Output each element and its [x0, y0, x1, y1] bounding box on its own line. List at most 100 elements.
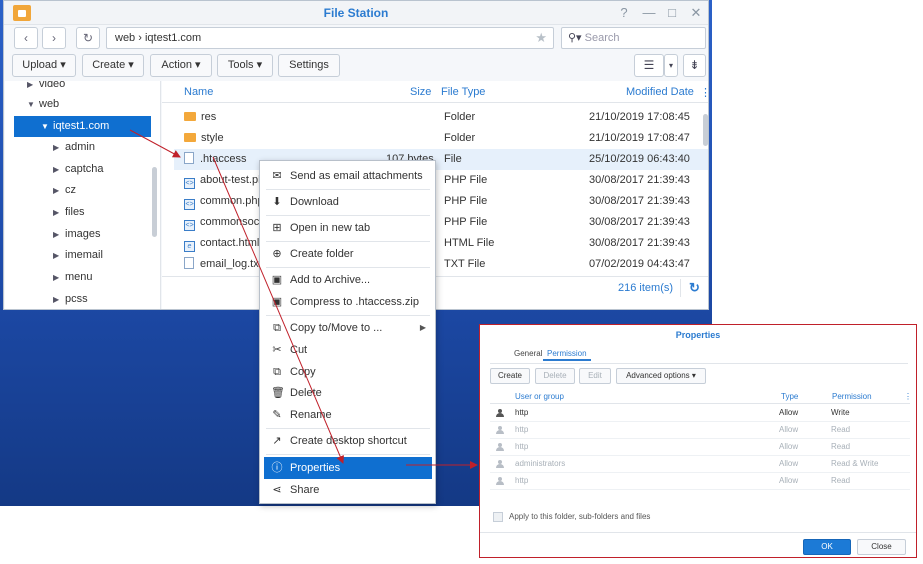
col-size[interactable]: Size [410, 86, 431, 98]
expand-arrow-icon[interactable]: ▶ [53, 180, 65, 201]
menu-item-download[interactable]: ⬇ Download [264, 191, 432, 213]
forward-button[interactable]: › [42, 27, 66, 49]
ok-button[interactable]: OK [803, 539, 851, 555]
new-tab-icon: ⊞ [272, 222, 282, 234]
column-options-icon[interactable]: ⋮ [700, 86, 708, 99]
tree-item-iqtest1[interactable]: ▼ iqtest1.com [14, 116, 151, 137]
tree-item-files[interactable]: ▶ files [53, 202, 85, 223]
menu-item-rename[interactable]: ✎ Rename [264, 404, 432, 426]
col-modified-date[interactable]: Modified Date [626, 86, 694, 98]
file-list-scrollbar[interactable] [703, 114, 708, 146]
help-icon[interactable]: ? [616, 5, 632, 20]
cut-icon: ✂ [272, 344, 282, 356]
list-view-button[interactable]: ☰ [634, 54, 664, 77]
menu-item-copy[interactable]: ⧉ Copy [264, 361, 432, 383]
apply-recursive-checkbox[interactable] [493, 512, 503, 522]
col-permission[interactable]: Permission [832, 392, 872, 401]
tab-divider [490, 363, 908, 364]
file-row[interactable]: email_log.txt TXT File 07/02/2019 04:43:… [174, 254, 708, 275]
file-row[interactable]: style Folder 21/10/2019 17:08:47 [174, 128, 708, 149]
settings-button[interactable]: Settings [278, 54, 340, 77]
menu-item-add-archive[interactable]: ▣ Add to Archive... [264, 269, 432, 291]
file-row-selected[interactable]: .htaccess 107 bytes File 25/10/2019 06:4… [174, 149, 708, 170]
tree-item-menu[interactable]: ▶ menu [53, 267, 93, 288]
menu-item-open-new-tab[interactable]: ⊞ Open in new tab [264, 217, 432, 239]
menu-item-delete[interactable]: 🗑 Delete [264, 382, 432, 404]
tree-item-images[interactable]: ▶ images [53, 224, 100, 245]
star-icon[interactable]: ★ [535, 28, 547, 48]
advanced-options-button[interactable]: Advanced options ▾ [616, 368, 706, 384]
permission-row-inherited[interactable]: http Allow Read [490, 439, 910, 456]
create-permission-button[interactable]: Create [490, 368, 530, 384]
menu-item-share[interactable]: ⋖ Share [264, 479, 432, 501]
file-row[interactable]: <> common.php PHP File 30/08/2017 21:39:4… [174, 191, 708, 212]
expand-arrow-icon[interactable]: ▶ [53, 137, 65, 158]
menu-item-desktop-shortcut[interactable]: ↗ Create desktop shortcut [264, 430, 432, 452]
maximize-icon[interactable]: □ [664, 5, 680, 20]
close-button[interactable]: Close [857, 539, 906, 555]
tools-button[interactable]: Tools ▾ [217, 54, 273, 77]
sort-button[interactable]: ⇟ [683, 54, 706, 77]
file-row[interactable]: <> about-test.php PHP File 30/08/2017 21:… [174, 170, 708, 191]
refresh-button[interactable]: ↻ [76, 27, 100, 49]
user-icon [496, 443, 504, 451]
archive-icon: ▣ [271, 274, 283, 286]
tab-permission[interactable]: Permission [543, 347, 591, 361]
menu-item-compress[interactable]: ▣ Compress to .htaccess.zip [264, 291, 432, 313]
file-list-header: Name Size File Type Modified Date ⋮ [162, 81, 708, 103]
collapse-arrow-icon[interactable]: ▼ [41, 116, 53, 137]
close-icon[interactable]: ✕ [688, 5, 704, 21]
search-input[interactable]: ⚲▾ Search [561, 27, 706, 49]
back-button[interactable]: ‹ [14, 27, 38, 49]
file-row[interactable]: <> commonsocial PHP File 30/08/2017 21:39… [174, 212, 708, 233]
delete-permission-button[interactable]: Delete [535, 368, 575, 384]
col-name[interactable]: Name [184, 86, 213, 98]
expand-arrow-icon[interactable]: ▶ [53, 224, 65, 245]
expand-arrow-icon[interactable]: ▶ [53, 245, 65, 266]
file-row[interactable]: e contact.html HTML File 30/08/2017 21:39… [174, 233, 708, 254]
col-user-or-group[interactable]: User or group [515, 392, 564, 401]
tree-item-web[interactable]: ▼ web [27, 94, 59, 115]
permission-row-inherited[interactable]: administrators Allow Read & Write [490, 456, 910, 473]
tree-item-imemail[interactable]: ▶ imemail [53, 245, 103, 266]
menu-item-copy-move[interactable]: ⧉ Copy to/Move to ... ▶ [264, 317, 432, 339]
menu-item-properties[interactable]: ⓘ Properties [264, 457, 432, 479]
sidebar-scrollbar[interactable] [152, 167, 157, 237]
tree-item-captcha[interactable]: ▶ captcha [53, 159, 104, 180]
minimize-icon[interactable]: — [641, 5, 657, 20]
upload-button[interactable]: Upload ▾ [12, 54, 76, 77]
list-view-icon: ☰ [643, 58, 655, 72]
permission-row-inherited[interactable]: http Allow Read [490, 422, 910, 439]
expand-arrow-icon[interactable]: ▶ [53, 159, 65, 180]
tree-item-video[interactable]: ▶ video [27, 81, 65, 95]
menu-item-send-email[interactable]: ✉ Send as email attachments [264, 165, 432, 187]
expand-arrow-icon[interactable]: ▶ [27, 81, 39, 95]
permission-row[interactable]: http Allow Write [490, 405, 910, 422]
refresh-list-icon[interactable]: ↻ [689, 280, 700, 296]
menu-item-cut[interactable]: ✂ Cut [264, 339, 432, 361]
permission-row-inherited[interactable]: http Allow Read [490, 473, 910, 490]
expand-arrow-icon[interactable]: ▶ [53, 289, 65, 309]
file-row[interactable]: res Folder 21/10/2019 17:08:45 [174, 107, 708, 128]
action-button[interactable]: Action ▾ [150, 54, 212, 77]
path-bar[interactable]: web › iqtest1.com ★ [106, 27, 554, 49]
path-text: web › iqtest1.com [115, 32, 202, 44]
col-type[interactable]: Type [781, 392, 798, 401]
user-icon [496, 426, 504, 434]
menu-separator [266, 241, 430, 242]
menu-separator [266, 267, 430, 268]
create-button[interactable]: Create ▾ [82, 54, 144, 77]
expand-arrow-icon[interactable]: ▶ [53, 202, 65, 223]
collapse-arrow-icon[interactable]: ▼ [27, 94, 39, 115]
tree-item-pcss[interactable]: ▶ pcss [53, 289, 88, 309]
view-dropdown-button[interactable]: ▾ [664, 54, 678, 77]
tree-item-cz[interactable]: ▶ cz [53, 180, 76, 201]
tree-item-admin[interactable]: ▶ admin [53, 137, 95, 158]
expand-arrow-icon[interactable]: ▶ [53, 267, 65, 288]
menu-separator [266, 215, 430, 216]
edit-permission-button[interactable]: Edit [579, 368, 611, 384]
menu-item-create-folder[interactable]: ⊕ Create folder [264, 243, 432, 265]
col-file-type[interactable]: File Type [441, 86, 485, 98]
column-options-icon[interactable]: ⋮ [904, 392, 912, 401]
tab-general[interactable]: General [510, 347, 546, 361]
